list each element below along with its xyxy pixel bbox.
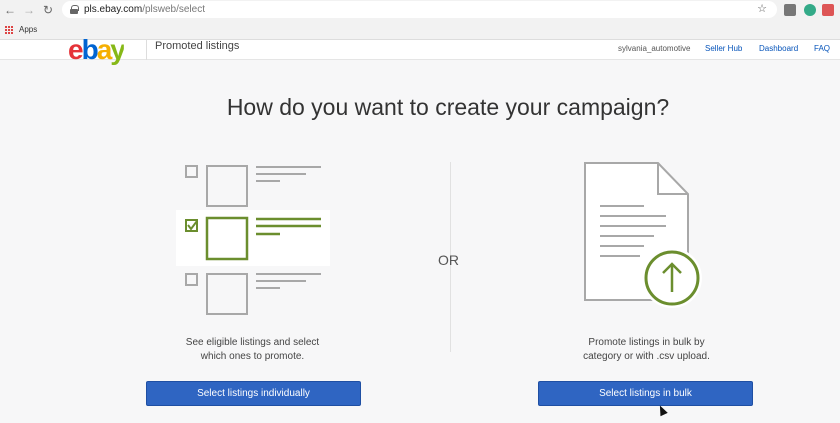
bulk-upload-illustration: [584, 162, 702, 308]
faq-link[interactable]: FAQ: [814, 44, 830, 53]
address-bar[interactable]: pls.ebay.com/plsweb/select ☆: [62, 1, 777, 18]
header-divider: [146, 40, 147, 60]
individual-description: See eligible listings and select which o…: [150, 336, 355, 364]
dashboard-link[interactable]: Dashboard: [759, 44, 798, 53]
product-name: Promoted listings: [155, 40, 240, 52]
or-label: OR: [438, 252, 459, 268]
bookmarks-bar: Apps: [0, 20, 840, 40]
individual-description-line2: which ones to promote.: [200, 351, 305, 362]
select-bulk-button[interactable]: Select listings in bulk: [538, 381, 753, 406]
bookmark-star-icon[interactable]: ☆: [757, 2, 767, 15]
username-link[interactable]: sylvania_automotive: [618, 44, 690, 53]
seller-hub-link[interactable]: Seller Hub: [705, 44, 742, 53]
bulk-description: Promote listings in bulk by category or …: [544, 336, 749, 364]
bulk-description-line1: Promote listings in bulk by: [588, 337, 705, 348]
page-title: How do you want to create your campaign?: [226, 94, 670, 120]
forward-icon[interactable]: →: [21, 2, 37, 18]
bulk-description-line2: category or with .csv upload.: [583, 351, 710, 362]
reload-icon[interactable]: ↻: [40, 2, 56, 18]
site-header: ebay Promoted listings sylvania_automoti…: [0, 34, 840, 65]
browser-toolbar: ← → ↻ pls.ebay.com/plsweb/select ☆: [0, 0, 840, 20]
url-path: /plsweb/select: [142, 4, 205, 15]
ebay-logo[interactable]: ebay: [68, 34, 124, 65]
url-host: pls.ebay.com: [84, 4, 143, 15]
select-individually-button[interactable]: Select listings individually: [146, 381, 361, 406]
apps-bookmark[interactable]: Apps: [19, 25, 37, 34]
apps-grid-icon[interactable]: [5, 26, 13, 34]
extension-icon[interactable]: [804, 4, 816, 16]
extension-icon[interactable]: [784, 4, 796, 16]
select-individual-illustration: [176, 165, 330, 315]
individual-description-line1: See eligible listings and select: [185, 337, 320, 348]
back-icon[interactable]: ←: [2, 2, 18, 18]
extension-icon[interactable]: [822, 4, 834, 16]
lock-icon: [70, 5, 79, 14]
